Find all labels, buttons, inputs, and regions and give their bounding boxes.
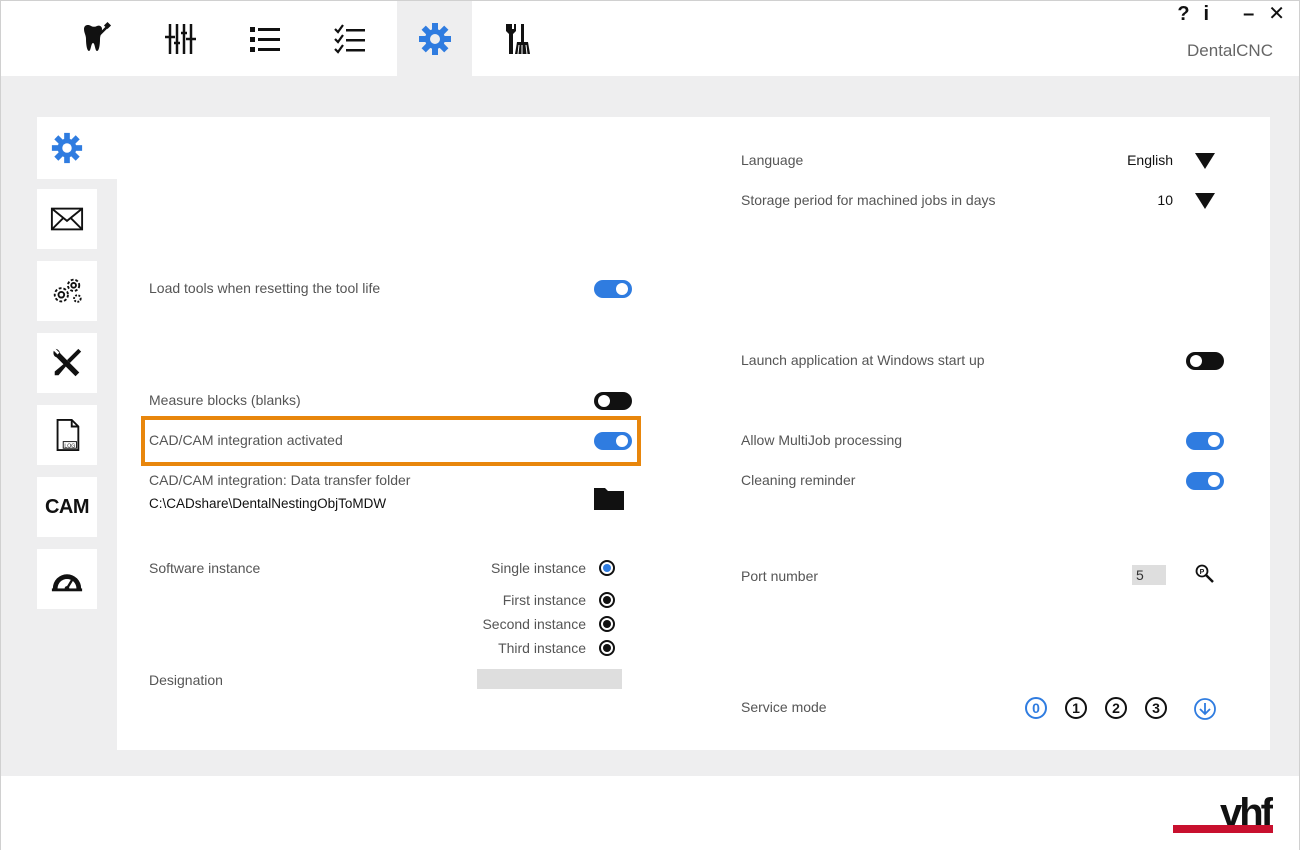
port-number-label: Port number: [741, 568, 819, 584]
top-tab-checklist[interactable]: [312, 1, 387, 76]
multijob-toggle[interactable]: [1186, 432, 1224, 450]
top-tab-settings[interactable]: [397, 1, 472, 76]
cleaning-reminder-label: Cleaning reminder: [741, 472, 856, 488]
top-tab-jobs[interactable]: [57, 1, 132, 76]
storage-period-dropdown-arrow[interactable]: [1195, 193, 1215, 209]
service-mode-3-button[interactable]: 3: [1145, 697, 1167, 719]
svg-text:P: P: [1200, 569, 1205, 576]
panel-tab-joint: [97, 117, 117, 179]
language-label: Language: [741, 152, 804, 168]
window-controls: ? i – ✕: [1177, 3, 1285, 25]
instance-option-third-label: Third instance: [498, 640, 586, 656]
cam-label: CAM: [44, 495, 90, 518]
list-icon: [249, 26, 280, 52]
service-mode-0-button[interactable]: 0: [1025, 697, 1047, 719]
cadcam-activated-label: CAD/CAM integration activated: [149, 432, 343, 448]
download-circle-icon[interactable]: [1193, 697, 1217, 721]
folder-icon[interactable]: [593, 485, 625, 511]
service-mode-2-button[interactable]: 2: [1105, 697, 1127, 719]
app-window: ? i – ✕ DentalCNC LOG CAM Load tools whe…: [0, 0, 1300, 850]
software-instance-label: Software instance: [149, 560, 261, 576]
storage-period-value[interactable]: 10: [1157, 192, 1173, 208]
sidebar-item-calibration[interactable]: [37, 549, 97, 609]
measure-blocks-label: Measure blocks (blanks): [149, 392, 301, 408]
svg-text:LOG: LOG: [64, 443, 75, 449]
app-title: DentalCNC: [1187, 41, 1273, 60]
top-toolbar: ? i – ✕ DentalCNC: [1, 1, 1299, 76]
launch-startup-toggle[interactable]: [1186, 352, 1224, 370]
sidebar-item-machine[interactable]: [37, 261, 97, 321]
sidebar-item-log[interactable]: LOG: [37, 405, 97, 465]
cleaning-reminder-toggle[interactable]: [1186, 472, 1224, 490]
port-number-input[interactable]: 5: [1132, 565, 1166, 585]
gear-icon: [418, 22, 451, 55]
wrench-screwdriver-icon: [53, 348, 82, 377]
language-dropdown-arrow[interactable]: [1195, 153, 1215, 169]
instance-option-single-label: Single instance: [491, 560, 586, 576]
help-button[interactable]: ?: [1177, 3, 1189, 25]
launch-startup-label: Launch application at Windows start up: [741, 352, 985, 368]
instance-option-third-radio[interactable]: [599, 640, 615, 656]
sliders-icon: [164, 23, 196, 54]
designation-input[interactable]: [477, 669, 622, 689]
envelope-icon: [50, 207, 84, 231]
top-tab-job-list[interactable]: [227, 1, 302, 76]
top-tab-adjustments[interactable]: [142, 1, 217, 76]
service-mode-1-button[interactable]: 1: [1065, 697, 1087, 719]
storage-period-label: Storage period for machined jobs in days: [741, 192, 996, 208]
gauge-icon: [51, 574, 83, 592]
footer: vhf: [1, 776, 1299, 850]
top-tab-maintenance[interactable]: [482, 1, 557, 76]
sidebar-item-messages[interactable]: [37, 189, 97, 249]
checklist-icon: [333, 23, 365, 54]
instance-option-first-label: First instance: [502, 592, 586, 608]
tooth-icon: [83, 21, 111, 51]
cadcam-folder-label: CAD/CAM integration: Data transfer folde…: [149, 472, 411, 488]
multijob-label: Allow MultiJob processing: [741, 432, 903, 448]
instance-option-second-radio[interactable]: [599, 616, 615, 632]
service-mode-label: Service mode: [741, 699, 827, 715]
cadcam-activated-toggle[interactable]: [594, 432, 632, 450]
tools-broom-icon: [505, 23, 530, 54]
language-value[interactable]: English: [1127, 152, 1173, 168]
measure-blocks-toggle[interactable]: [594, 392, 632, 410]
designation-label: Designation: [149, 672, 223, 688]
port-search-icon[interactable]: P: [1195, 564, 1215, 584]
instance-option-first-radio[interactable]: [599, 592, 615, 608]
minimize-button[interactable]: –: [1243, 3, 1254, 25]
work-area: LOG CAM Load tools when resetting the to…: [1, 76, 1299, 776]
info-button[interactable]: i: [1204, 3, 1210, 25]
log-file-icon: LOG: [56, 418, 80, 452]
settings-panel: Load tools when resetting the tool life …: [117, 117, 1270, 750]
sidebar-item-cam[interactable]: CAM: [37, 477, 97, 537]
sidebar-item-tools[interactable]: [37, 333, 97, 393]
load-tools-toggle[interactable]: [594, 280, 632, 298]
load-tools-label: Load tools when resetting the tool life: [149, 280, 381, 296]
close-button[interactable]: ✕: [1268, 3, 1285, 25]
instance-option-single-radio[interactable]: [599, 560, 615, 576]
vhf-logo: vhf: [1173, 791, 1273, 834]
instance-option-second-label: Second instance: [482, 616, 586, 632]
gears-icon: [53, 278, 82, 303]
gear-icon: [51, 132, 83, 164]
cadcam-folder-path: C:\CADshare\DentalNestingObjToMDW: [149, 496, 387, 511]
